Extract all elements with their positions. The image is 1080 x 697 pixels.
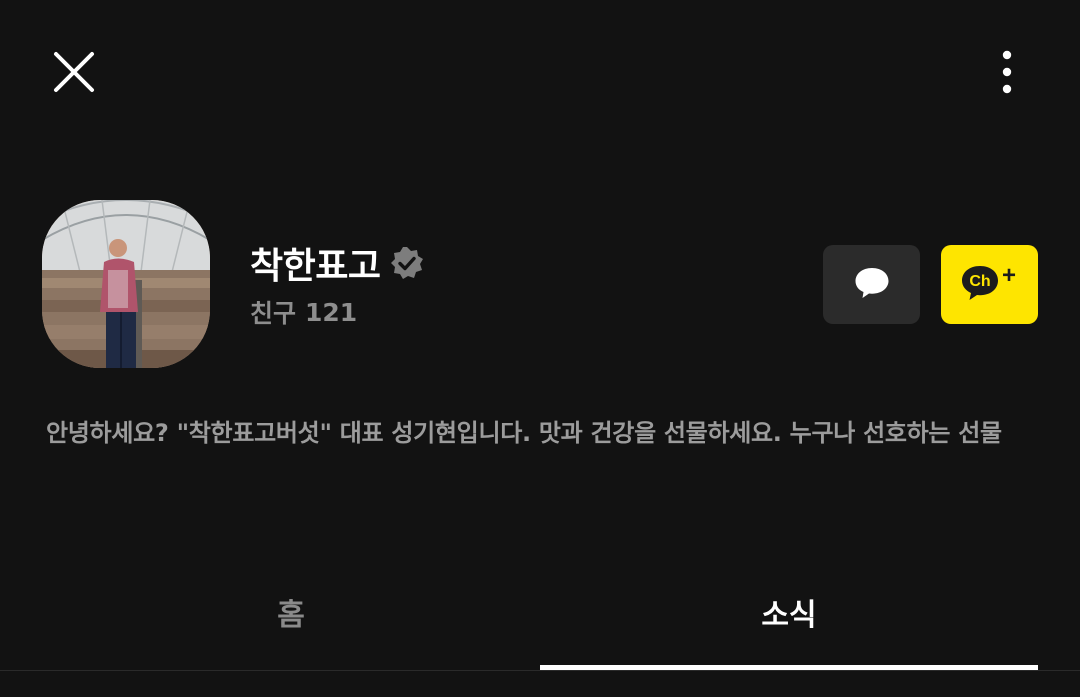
verified-check-icon bbox=[390, 246, 424, 280]
close-icon bbox=[52, 50, 96, 98]
avatar[interactable] bbox=[42, 200, 210, 368]
channel-add-icon: Ch + bbox=[959, 260, 1021, 310]
more-vertical-icon bbox=[1001, 50, 1013, 98]
tab-news[interactable]: 소식 bbox=[540, 584, 1038, 640]
avatar-photo bbox=[42, 200, 210, 368]
channel-description: 안녕하세요? "착한표고버섯" 대표 성기현입니다. 맛과 건강을 선물하세요.… bbox=[46, 419, 1002, 447]
more-options-button[interactable] bbox=[982, 46, 1032, 102]
tab-home[interactable]: 홈 bbox=[42, 584, 540, 640]
tab-divider bbox=[0, 670, 1080, 671]
friends-count-row: 친구 121 bbox=[250, 294, 357, 330]
chat-button[interactable] bbox=[823, 245, 920, 324]
friends-count: 121 bbox=[305, 297, 358, 327]
channel-add-plus: + bbox=[1001, 262, 1015, 289]
chat-bubble-icon bbox=[854, 266, 890, 304]
channel-add-button[interactable]: Ch + bbox=[941, 245, 1038, 324]
profile-name-row: 착한표고 bbox=[250, 236, 424, 290]
close-button[interactable] bbox=[46, 46, 102, 102]
profile-name: 착한표고 bbox=[250, 246, 381, 287]
channel-add-text: Ch bbox=[969, 273, 990, 290]
friends-label: 친구 bbox=[250, 299, 297, 328]
channel-profile-screen: 착한표고 친구 121 Ch + 안녕하세요? "착한표고버섯" 대표 성기현입… bbox=[0, 0, 1080, 697]
